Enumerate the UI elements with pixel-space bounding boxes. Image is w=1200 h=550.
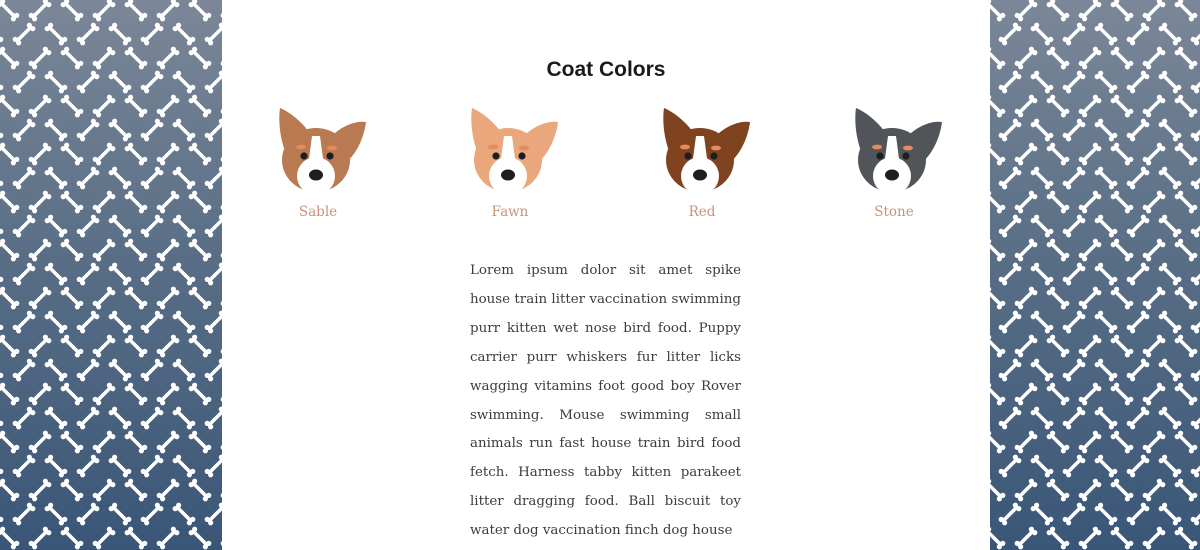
- bone-pattern-left: [0, 0, 222, 550]
- bone-icon: [990, 0, 1200, 550]
- coat-item-fawn: Fawn: [455, 104, 565, 220]
- coat-label: Stone: [874, 204, 914, 220]
- corgi-icon: [471, 108, 558, 195]
- coat-item-sable: Sable: [263, 104, 373, 220]
- coat-label: Red: [688, 204, 716, 220]
- coat-item-stone: Stone: [839, 104, 949, 220]
- page-title: Coat Colors: [546, 58, 666, 81]
- coat-label: Sable: [298, 204, 338, 220]
- coat-label: Fawn: [491, 204, 529, 220]
- coat-item-red: Red: [647, 104, 757, 220]
- bone-icon: [0, 0, 222, 550]
- coat-color-list: Sable Fawn Red Stone: [222, 104, 990, 234]
- corgi-icon: [663, 108, 750, 195]
- description-paragraph: Lorem ipsum dolor sit amet spike house t…: [470, 263, 741, 539]
- corgi-icon: [279, 108, 366, 195]
- content-panel: Coat Colors Sable Fawn Red Stone Lorem i…: [222, 0, 990, 550]
- corgi-icon: [855, 108, 942, 195]
- bone-pattern-right: [990, 0, 1200, 550]
